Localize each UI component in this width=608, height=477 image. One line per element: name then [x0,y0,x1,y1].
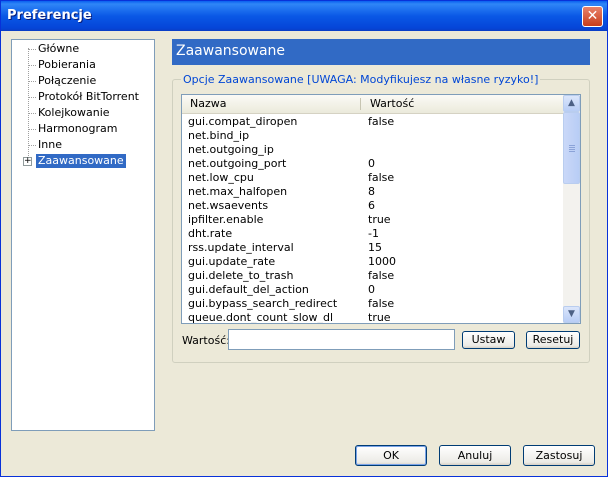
tree-connector [29,145,36,146]
setting-name: net.wsaevents [188,199,269,212]
scroll-down-button[interactable]: ▼ [563,306,580,323]
ok-button[interactable]: OK [355,445,427,466]
setting-name: queue.dont_count_slow_dl [188,311,334,324]
setting-name: gui.bypass_search_redirect [188,297,338,310]
setting-name: gui.delete_to_trash [188,269,294,282]
setting-value: false [368,115,395,128]
setting-value: true [368,213,391,226]
setting-name: gui.compat_diropen [188,115,298,128]
reset-button-label: Resetuj [532,333,574,346]
tree-connector [29,129,36,130]
tree-connector [29,97,36,98]
plus-icon: + [24,156,32,166]
table-row[interactable]: ipfilter.enable true [182,213,564,227]
setting-name: net.max_halfopen [188,185,288,198]
window-title: Preferencje [7,8,92,23]
setting-name: net.outgoing_port [188,157,287,170]
setting-name: net.low_cpu [188,171,254,184]
scroll-up-button[interactable]: ▲ [563,95,580,112]
vertical-scrollbar[interactable]: ▲ ▼ [563,95,580,323]
chevron-down-icon: ▼ [568,309,575,319]
setting-name: ipfilter.enable [188,213,264,226]
settings-list: Nazwa Wartość gui.compat_diropen false ne… [181,94,581,324]
table-row[interactable]: net.max_halfopen 8 [182,185,564,199]
scrollbar-thumb[interactable] [563,112,580,184]
tree-item-glowne[interactable]: Główne [36,42,81,56]
setting-value: false [368,297,395,310]
expand-icon[interactable]: + [23,157,32,166]
set-button[interactable]: Ustaw [462,331,515,349]
table-row[interactable]: queue.dont_count_slow_dl true [182,311,564,324]
column-header-value[interactable]: Wartość [370,97,414,111]
setting-value: true [368,311,391,324]
setting-name: net.outgoing_ip [188,143,274,156]
setting-value: 0 [368,283,375,296]
setting-value: 8 [368,185,375,198]
close-button[interactable]: ✕ [582,6,603,27]
grip-line [569,147,575,148]
table-row[interactable]: dht.rate -1 [182,227,564,241]
group-label: Opcje Zaawansowane [UWAGA: Modyfikujesz … [181,73,541,86]
table-row[interactable]: net.wsaevents 6 [182,199,564,213]
ok-button-label: OK [383,449,399,462]
setting-name: dht.rate [188,227,233,240]
setting-value: false [368,269,395,282]
setting-value: false [368,171,395,184]
panel-header: Zaawansowane [172,39,590,65]
tree-item-harmonogram[interactable]: Harmonogram [36,122,119,136]
grip-line [569,145,575,146]
tree-item-kolejkowanie[interactable]: Kolejkowanie [36,106,112,120]
table-row[interactable]: rss.update_interval 15 [182,241,564,255]
tree-connector [29,113,36,114]
reset-button[interactable]: Resetuj [526,331,580,349]
tree-connector [29,81,36,82]
table-row[interactable]: gui.delete_to_trash false [182,269,564,283]
apply-button-label: Zastosuj [535,449,583,462]
value-input[interactable] [228,329,455,350]
grip-line [569,149,575,150]
column-divider[interactable] [360,98,361,110]
title-bar[interactable]: Preferencje ✕ [1,1,607,31]
tree-item-polaczenie[interactable]: Połączenie [36,74,98,88]
list-header: Nazwa Wartość [182,95,564,114]
chevron-up-icon: ▲ [568,98,575,108]
category-tree: + Główne Pobierania Połączenie Protokół … [11,39,155,431]
tree-connector [29,65,36,66]
list-body: gui.compat_diropen false net.bind_ip net.… [182,115,564,324]
table-row[interactable]: gui.compat_diropen false [182,115,564,129]
value-label: Wartość: [182,334,230,347]
table-row[interactable]: gui.default_del_action 0 [182,283,564,297]
table-row[interactable]: gui.update_rate 1000 [182,255,564,269]
tree-item-pobierania[interactable]: Pobierania [36,58,98,72]
apply-button[interactable]: Zastosuj [523,445,595,466]
table-row[interactable]: net.outgoing_ip [182,143,564,157]
tree-item-inne[interactable]: Inne [36,138,64,152]
tree-item-protokol-bittorrent[interactable]: Protokół BitTorrent [36,90,141,104]
table-row[interactable]: gui.bypass_search_redirect false [182,297,564,311]
column-header-name[interactable]: Nazwa [190,97,226,111]
setting-value: 1000 [368,255,396,268]
table-row[interactable]: net.outgoing_port 0 [182,157,564,171]
close-icon: ✕ [586,8,599,24]
table-row[interactable]: net.low_cpu false [182,171,564,185]
page-title: Zaawansowane [176,43,286,59]
table-row[interactable]: net.bind_ip [182,129,564,143]
grip-line [569,151,575,152]
setting-name: gui.update_rate [188,255,276,268]
setting-value: 15 [368,241,382,254]
setting-value: 0 [368,157,375,170]
setting-name: gui.default_del_action [188,283,309,296]
setting-value: -1 [368,227,379,240]
setting-name: rss.update_interval [188,241,294,254]
setting-name: net.bind_ip [188,129,250,142]
tree-connector [29,49,36,50]
advanced-options-group: Opcje Zaawansowane [UWAGA: Modyfikujesz … [172,73,590,363]
set-button-label: Ustaw [471,333,506,346]
cancel-button-label: Anuluj [457,449,493,462]
preferences-window: Preferencje ✕ + Główne Pobierania Połącz… [0,0,608,477]
cancel-button[interactable]: Anuluj [439,445,511,466]
setting-value: 6 [368,199,375,212]
tree-item-zaawansowane[interactable]: Zaawansowane [36,154,126,168]
